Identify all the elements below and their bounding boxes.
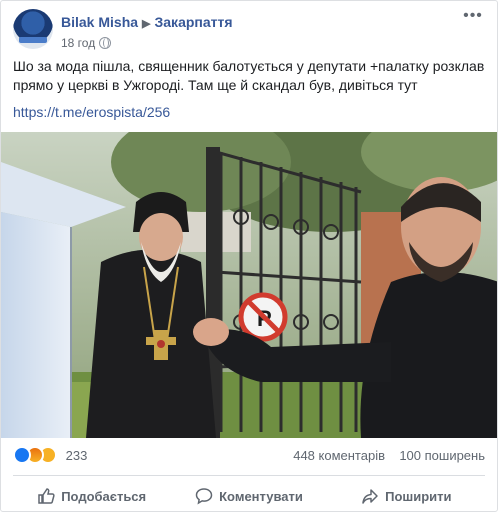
share-button[interactable]: Поширити	[328, 479, 485, 511]
post-card: Bilak Misha ▶ Закарпаття 18 год ••• Шо за …	[0, 0, 498, 512]
share-icon	[362, 489, 378, 504]
triangle-right-icon: ▶	[142, 18, 151, 30]
post-link[interactable]: https://t.me/erospista/256	[13, 104, 170, 120]
shares-count[interactable]: 100 поширень	[399, 448, 485, 463]
post-actions: Подобається Коментувати Поширити	[13, 479, 485, 511]
reactions-summary[interactable]: 233	[13, 446, 87, 464]
avatar[interactable]	[13, 9, 53, 49]
like-icon	[13, 446, 31, 464]
comments-count[interactable]: 448 коментарів	[293, 448, 385, 463]
reactions-count[interactable]: 233	[66, 448, 88, 463]
comment-label: Коментувати	[219, 488, 303, 504]
group-name[interactable]: Закарпаття	[155, 14, 233, 30]
video-frame: P	[1, 132, 497, 438]
divider	[13, 475, 485, 476]
more-options-icon[interactable]: •••	[461, 8, 485, 25]
thumbs-up-icon	[38, 488, 55, 504]
author-line: Bilak Misha ▶ Закарпаття	[61, 13, 233, 33]
globe-icon	[99, 37, 112, 49]
post-header: Bilak Misha ▶ Закарпаття 18 год •••	[13, 8, 485, 51]
like-button[interactable]: Подобається	[13, 479, 170, 511]
comment-button[interactable]: Коментувати	[170, 479, 327, 511]
post-time[interactable]: 18 год	[61, 36, 95, 50]
post-text: Шо за мода пішла, священник балотується …	[13, 58, 485, 93]
like-label: Подобається	[61, 488, 147, 504]
video-player[interactable]: P	[1, 132, 497, 438]
header-text: Bilak Misha ▶ Закарпаття 18 год	[61, 13, 233, 51]
comment-icon	[195, 488, 213, 505]
share-label: Поширити	[385, 488, 452, 504]
time-line: 18 год	[61, 35, 233, 51]
post-stats: 233 448 коментарів 100 поширень	[13, 444, 485, 466]
author-name[interactable]: Bilak Misha	[61, 14, 138, 30]
